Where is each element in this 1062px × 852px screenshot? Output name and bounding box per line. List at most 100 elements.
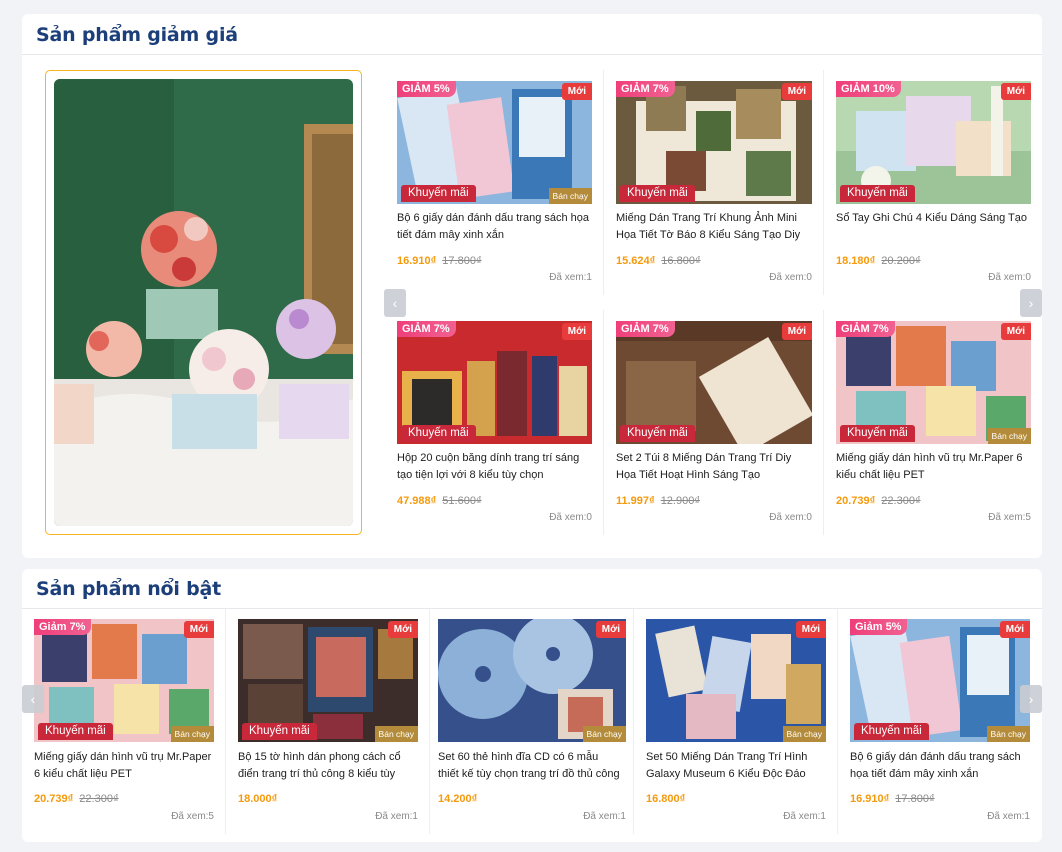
product-name[interactable]: Hộp 20 cuộn băng dính trang trí sáng tạo… bbox=[397, 450, 592, 484]
old-price: 16.800₫ bbox=[661, 255, 701, 267]
current-price: 20.739₫ bbox=[836, 495, 876, 507]
product-card[interactable]: Mới Khuyến mãi Bán chạy Bộ 15 tờ hình dá… bbox=[238, 619, 418, 824]
promo-badge: Khuyến mãi bbox=[840, 185, 915, 202]
column-divider bbox=[823, 310, 824, 535]
promo-banner[interactable] bbox=[45, 70, 362, 535]
current-price: 18.000₫ bbox=[238, 793, 278, 805]
new-badge: Mới bbox=[595, 621, 626, 638]
price-row: 18.180₫ 20.200₫ bbox=[836, 255, 921, 267]
product-card[interactable]: Mới Bán chạy Set 60 thẻ hình đĩa CD có 6… bbox=[438, 619, 626, 824]
bestseller-badge: Bán chạy bbox=[374, 726, 418, 742]
current-price: 47.988₫ bbox=[397, 495, 437, 507]
product-name[interactable]: Miếng giấy dán hình vũ trụ Mr.Paper 6 ki… bbox=[836, 450, 1031, 484]
view-count: Đã xem:1 bbox=[987, 811, 1030, 822]
current-price: 11.997₫ bbox=[616, 495, 655, 507]
bestseller-badge: Bán chạy bbox=[987, 428, 1031, 444]
promo-badge: Khuyến mãi bbox=[854, 723, 929, 740]
bestseller-badge: Bán chạy bbox=[548, 188, 592, 204]
current-price: 20.739₫ bbox=[34, 793, 74, 805]
discount-section-title: Sản phẩm giảm giá bbox=[36, 24, 238, 46]
discount-badge: GIẢM 5% bbox=[397, 81, 456, 97]
product-name[interactable]: Miếng giấy dán hình vũ trụ Mr.Paper 6 ki… bbox=[34, 749, 214, 783]
product-name[interactable]: Set 60 thẻ hình đĩa CD có 6 mẫu thiết kế… bbox=[438, 749, 622, 783]
column-divider bbox=[837, 609, 838, 834]
view-count: Đã xem:1 bbox=[549, 272, 592, 283]
featured-section: Sản phẩm nổi bật Giảm 7% Mới Khuyến mãi … bbox=[22, 569, 1042, 842]
product-card[interactable]: GIẢM 10% Mới Khuyến mãi Sổ Tay Ghi Chú 4… bbox=[836, 81, 1031, 293]
current-price: 16.800₫ bbox=[646, 793, 686, 805]
current-price: 15.624₫ bbox=[616, 255, 656, 267]
product-card[interactable]: GIẢM 7% Mới Khuyến mãi Miếng Dán Trang T… bbox=[616, 81, 812, 293]
featured-prev-arrow[interactable]: ‹ bbox=[22, 685, 44, 713]
product-card[interactable]: GIẢM 7% Mới Khuyến mãi Hộp 20 cuộn băng … bbox=[397, 321, 592, 533]
promo-badge: Khuyến mãi bbox=[242, 723, 317, 740]
old-price: 20.200₫ bbox=[881, 255, 921, 267]
price-row: 18.000₫ bbox=[238, 793, 277, 805]
product-name[interactable]: Set 2 Túi 8 Miếng Dán Trang Trí Diy Họa … bbox=[616, 450, 812, 484]
view-count: Đã xem:5 bbox=[171, 811, 214, 822]
view-count: Đã xem:1 bbox=[375, 811, 418, 822]
discount-badge: Giảm 5% bbox=[850, 619, 908, 635]
featured-next-arrow[interactable]: › bbox=[1020, 685, 1042, 713]
price-row: 16.910₫ 17.800₫ bbox=[397, 255, 482, 267]
product-card[interactable]: GIẢM 7% Mới Khuyến mãi Bán chạy Miếng gi… bbox=[836, 321, 1031, 533]
old-price: 17.800₫ bbox=[895, 793, 935, 805]
promo-badge: Khuyến mãi bbox=[620, 425, 695, 442]
discount-badge: GIẢM 10% bbox=[836, 81, 901, 97]
product-card[interactable]: Mới Bán chạy Set 50 Miếng Dán Trang Trí … bbox=[646, 619, 826, 824]
product-card[interactable]: Giảm 5% Mới Khuyến mãi Bán chạy Bộ 6 giấ… bbox=[850, 619, 1030, 824]
view-count: Đã xem:0 bbox=[988, 272, 1031, 283]
product-name[interactable]: Sổ Tay Ghi Chú 4 Kiểu Dáng Sáng Tạo bbox=[836, 210, 1031, 244]
product-name[interactable]: Set 50 Miếng Dán Trang Trí Hình Galaxy M… bbox=[646, 749, 826, 783]
new-badge: Mới bbox=[781, 323, 812, 340]
old-price: 22.300₫ bbox=[881, 495, 921, 507]
new-badge: Mới bbox=[781, 83, 812, 100]
bestseller-badge: Bán chạy bbox=[986, 726, 1030, 742]
product-card[interactable]: GIẢM 7% Mới Khuyến mãi Set 2 Túi 8 Miếng… bbox=[616, 321, 812, 533]
column-divider bbox=[603, 310, 604, 535]
column-divider bbox=[429, 609, 430, 834]
price-row: 16.800₫ bbox=[646, 793, 685, 805]
discount-next-arrow[interactable]: › bbox=[1020, 289, 1042, 317]
bestseller-badge: Bán chạy bbox=[782, 726, 826, 742]
old-price: 12.900₫ bbox=[660, 495, 700, 507]
price-row: 16.910₫ 17.800₫ bbox=[850, 793, 935, 805]
product-name[interactable]: Miếng Dán Trang Trí Khung Ảnh Mini Họa T… bbox=[616, 210, 812, 244]
discount-section: Sản phẩm giảm giá ‹ › GIẢM 5% Mới Khuyến… bbox=[22, 14, 1042, 558]
column-divider bbox=[603, 70, 604, 295]
product-card[interactable]: Giảm 7% Mới Khuyến mãi Bán chạy Miếng gi… bbox=[34, 619, 214, 824]
new-badge: Mới bbox=[1000, 323, 1031, 340]
current-price: 14.200₫ bbox=[438, 793, 478, 805]
current-price: 16.910₫ bbox=[850, 793, 890, 805]
view-count: Đã xem:1 bbox=[783, 811, 826, 822]
product-name[interactable]: Bộ 15 tờ hình dán phong cách cổ điển tra… bbox=[238, 749, 418, 783]
new-badge: Mới bbox=[561, 83, 592, 100]
discount-badge: GIẢM 7% bbox=[616, 81, 675, 97]
price-row: 20.739₫ 22.300₫ bbox=[34, 793, 119, 805]
column-divider bbox=[225, 609, 226, 834]
discount-badge: Giảm 7% bbox=[34, 619, 92, 635]
old-price: 51.600₫ bbox=[442, 495, 482, 507]
discount-badge: GIẢM 7% bbox=[616, 321, 675, 337]
promo-badge: Khuyến mãi bbox=[401, 185, 476, 202]
section-divider bbox=[22, 608, 1042, 609]
view-count: Đã xem:0 bbox=[769, 512, 812, 523]
column-divider bbox=[823, 70, 824, 295]
promo-badge: Khuyến mãi bbox=[840, 425, 915, 442]
product-name[interactable]: Bộ 6 giấy dán đánh dấu trang sách họa ti… bbox=[850, 749, 1030, 783]
column-divider bbox=[633, 609, 634, 834]
discount-badge: GIẢM 7% bbox=[397, 321, 456, 337]
view-count: Đã xem:1 bbox=[583, 811, 626, 822]
banner-image[interactable] bbox=[54, 79, 353, 526]
promo-badge: Khuyến mãi bbox=[38, 723, 113, 740]
new-badge: Mới bbox=[183, 621, 214, 638]
new-badge: Mới bbox=[795, 621, 826, 638]
promo-badge: Khuyến mãi bbox=[620, 185, 695, 202]
new-badge: Mới bbox=[561, 323, 592, 340]
view-count: Đã xem:5 bbox=[988, 512, 1031, 523]
product-name[interactable]: Bộ 6 giấy dán đánh dấu trang sách họa ti… bbox=[397, 210, 592, 244]
new-badge: Mới bbox=[1000, 83, 1031, 100]
price-row: 11.997₫ 12.900₫ bbox=[616, 495, 700, 507]
discount-prev-arrow[interactable]: ‹ bbox=[384, 289, 406, 317]
product-card[interactable]: GIẢM 5% Mới Khuyến mãi Bán chạy Bộ 6 giấ… bbox=[397, 81, 592, 293]
